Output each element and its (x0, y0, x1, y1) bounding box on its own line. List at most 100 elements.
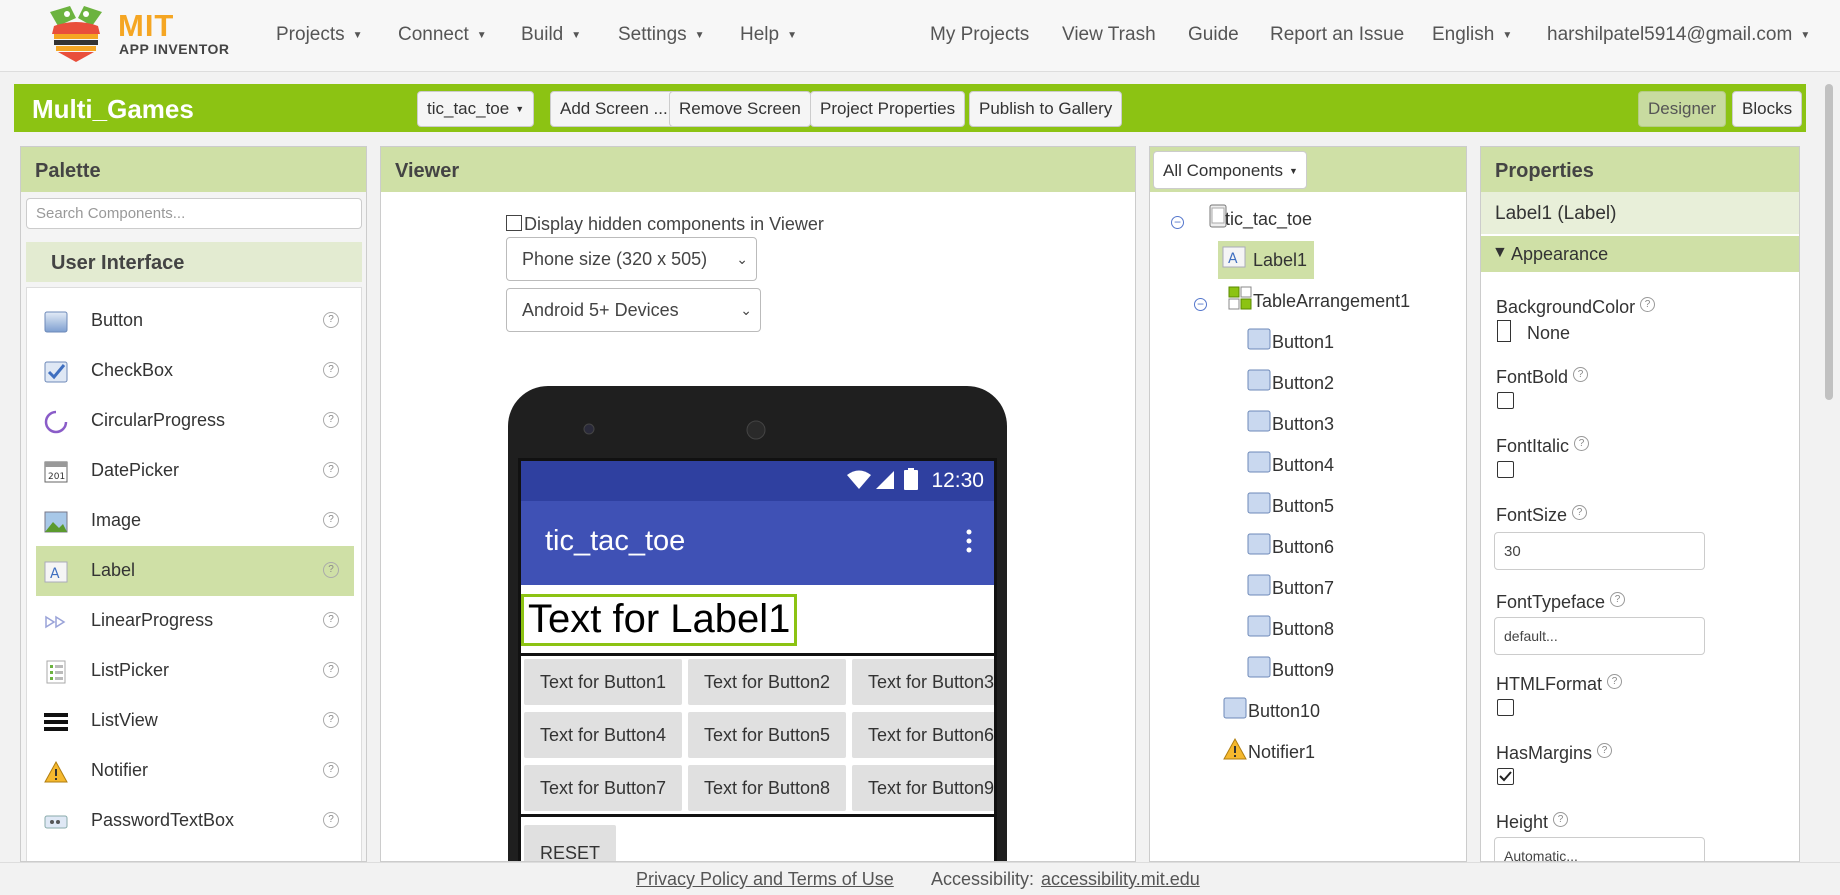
language-menu[interactable]: English ▼ (1432, 24, 1512, 46)
linear-progress-icon (45, 615, 66, 629)
tree-node-label: Button1 (1272, 332, 1335, 352)
menu-build[interactable]: Build ▼ (521, 24, 581, 46)
htmlformat-checkbox[interactable] (1497, 699, 1514, 716)
caret-down-icon: ▼ (352, 30, 363, 41)
screen-select-button[interactable]: tic_tac_toe ▼ (417, 91, 535, 127)
hidden-components-toggle[interactable]: Display hidden components in Viewer (506, 214, 824, 235)
blocks-button[interactable]: Blocks (1732, 91, 1803, 127)
help-icon[interactable]: ? (1553, 812, 1569, 827)
grid-button-1[interactable]: Text for Button1 (524, 659, 682, 705)
fonttypeface-input[interactable]: default... (1494, 617, 1705, 655)
appearance-section-toggle[interactable]: ▼ Appearance (1481, 236, 1799, 272)
hasmargins-checkbox[interactable] (1497, 768, 1514, 785)
help-icon[interactable]: ? (1597, 743, 1613, 758)
help-icon[interactable]: ? (1607, 674, 1623, 689)
phone-size-select[interactable]: Phone size (320 x 505) ⌄ (506, 237, 757, 281)
palette-item-circularprogress[interactable]: CircularProgress ? (36, 396, 354, 446)
reset-button[interactable]: RESET (524, 825, 616, 861)
help-icon[interactable]: ? (323, 512, 339, 528)
palette-item-button[interactable]: Button ? (36, 296, 354, 346)
hidden-components-checkbox[interactable] (506, 215, 522, 231)
help-icon[interactable]: ? (1574, 436, 1590, 451)
project-name: Multi_Games (32, 94, 194, 124)
palette-item-image[interactable]: Image ? (36, 496, 354, 546)
app-inventor-logo[interactable]: MIT APP INVENTOR (40, 4, 236, 62)
help-icon[interactable]: ? (1640, 297, 1656, 312)
link-report-issue[interactable]: Report an Issue (1270, 24, 1404, 46)
help-icon[interactable]: ? (323, 312, 339, 328)
menu-projects[interactable]: Projects ▼ (276, 24, 363, 46)
prop-backgroundcolor-value[interactable]: None (1527, 323, 1570, 344)
palette-item-label: Button (91, 310, 144, 330)
device-select[interactable]: Android 5+ Devices ⌄ (506, 288, 761, 332)
grid-button-2[interactable]: Text for Button2 (688, 659, 846, 705)
help-icon[interactable]: ? (323, 462, 339, 478)
palette-item-label-selected[interactable]: A Label ? (36, 546, 354, 596)
palette-item-label: ListPicker (91, 660, 170, 680)
height-input[interactable]: Automatic... (1494, 837, 1705, 861)
grid-button-6[interactable]: Text for Button6 (852, 712, 994, 758)
grid-button-9[interactable]: Text for Button9 (852, 765, 994, 811)
help-icon[interactable]: ? (323, 712, 339, 728)
prop-hasmargins-label: HasMargins? (1496, 743, 1613, 764)
palette-item-datepicker[interactable]: 201 DatePicker ? (36, 446, 354, 496)
palette-item-checkbox[interactable]: CheckBox ? (36, 346, 354, 396)
menu-connect[interactable]: Connect ▼ (398, 24, 487, 46)
account-menu[interactable]: harshilpatel5914@gmail.com ▼ (1547, 24, 1810, 46)
palette-item-linearprogress[interactable]: LinearProgress ? (36, 596, 354, 646)
collapse-arrangement-icon[interactable]: − (1194, 298, 1207, 311)
help-icon[interactable]: ? (323, 662, 339, 678)
help-icon[interactable]: ? (1572, 505, 1588, 520)
collapse-root-icon[interactable]: − (1171, 216, 1184, 229)
color-swatch[interactable] (1497, 320, 1511, 342)
caret-down-icon: ▼ (1502, 30, 1513, 41)
accessibility-label: Accessibility: (931, 869, 1035, 889)
grid-button-7[interactable]: Text for Button7 (524, 765, 682, 811)
menu-settings[interactable]: Settings ▼ (618, 24, 705, 46)
table-arrangement[interactable]: Text for Button1 Text for Button2 Text f… (521, 653, 994, 817)
palette-item-passwordtextbox[interactable]: PasswordTextBox ? (36, 796, 354, 846)
prop-backgroundcolor-label: BackgroundColor? (1496, 297, 1656, 318)
page-scrollbar[interactable] (1820, 76, 1840, 862)
link-view-trash[interactable]: View Trash (1062, 24, 1156, 46)
tree-node-label1[interactable]: A Label1 (1218, 241, 1314, 279)
grid-button-5[interactable]: Text for Button5 (688, 712, 846, 758)
components-filter-dropdown[interactable]: All Components ▼ (1153, 151, 1307, 189)
privacy-link[interactable]: Privacy Policy and Terms of Use (636, 869, 894, 890)
link-guide[interactable]: Guide (1188, 24, 1239, 46)
palette-item-listpicker[interactable]: ListPicker ? (36, 646, 354, 696)
link-my-projects[interactable]: My Projects (930, 24, 1029, 46)
grid-button-8[interactable]: Text for Button8 (688, 765, 846, 811)
fontitalic-checkbox[interactable] (1497, 461, 1514, 478)
publish-gallery-button[interactable]: Publish to Gallery (969, 91, 1123, 127)
help-icon[interactable]: ? (1573, 367, 1589, 382)
grid-button-4[interactable]: Text for Button4 (524, 712, 682, 758)
remove-screen-button[interactable]: Remove Screen (669, 91, 811, 127)
fontsize-input[interactable]: 30 (1494, 532, 1705, 570)
more-vert-icon[interactable] (966, 529, 972, 553)
help-icon[interactable]: ? (323, 362, 339, 378)
grid-button-3[interactable]: Text for Button3 (852, 659, 994, 705)
palette-category-user-interface[interactable]: User Interface (26, 242, 362, 282)
accessibility-link[interactable]: accessibility.mit.edu (1041, 869, 1200, 890)
palette-item-listview[interactable]: ListView ? (36, 696, 354, 746)
help-icon[interactable]: ? (323, 562, 339, 578)
fontbold-checkbox[interactable] (1497, 392, 1514, 409)
help-icon[interactable]: ? (323, 412, 339, 428)
palette-item-notifier[interactable]: Notifier ? (36, 746, 354, 796)
help-icon[interactable]: ? (323, 812, 339, 828)
svg-text:A: A (50, 566, 60, 582)
button-icon (1247, 574, 1271, 596)
add-screen-button[interactable]: Add Screen ... (550, 91, 678, 127)
scrollbar-thumb[interactable] (1825, 84, 1833, 400)
help-icon[interactable]: ? (1610, 592, 1626, 607)
label1-component[interactable]: Text for Label1 (521, 594, 798, 646)
designer-button[interactable]: Designer (1638, 91, 1727, 127)
menu-help[interactable]: Help ▼ (740, 24, 797, 46)
prop-label-text: FontItalic (1496, 436, 1570, 456)
project-properties-button[interactable]: Project Properties (810, 91, 966, 127)
password-textbox-icon (44, 815, 68, 829)
help-icon[interactable]: ? (323, 762, 339, 778)
help-icon[interactable]: ? (323, 612, 339, 628)
palette-search-input[interactable] (26, 198, 362, 229)
